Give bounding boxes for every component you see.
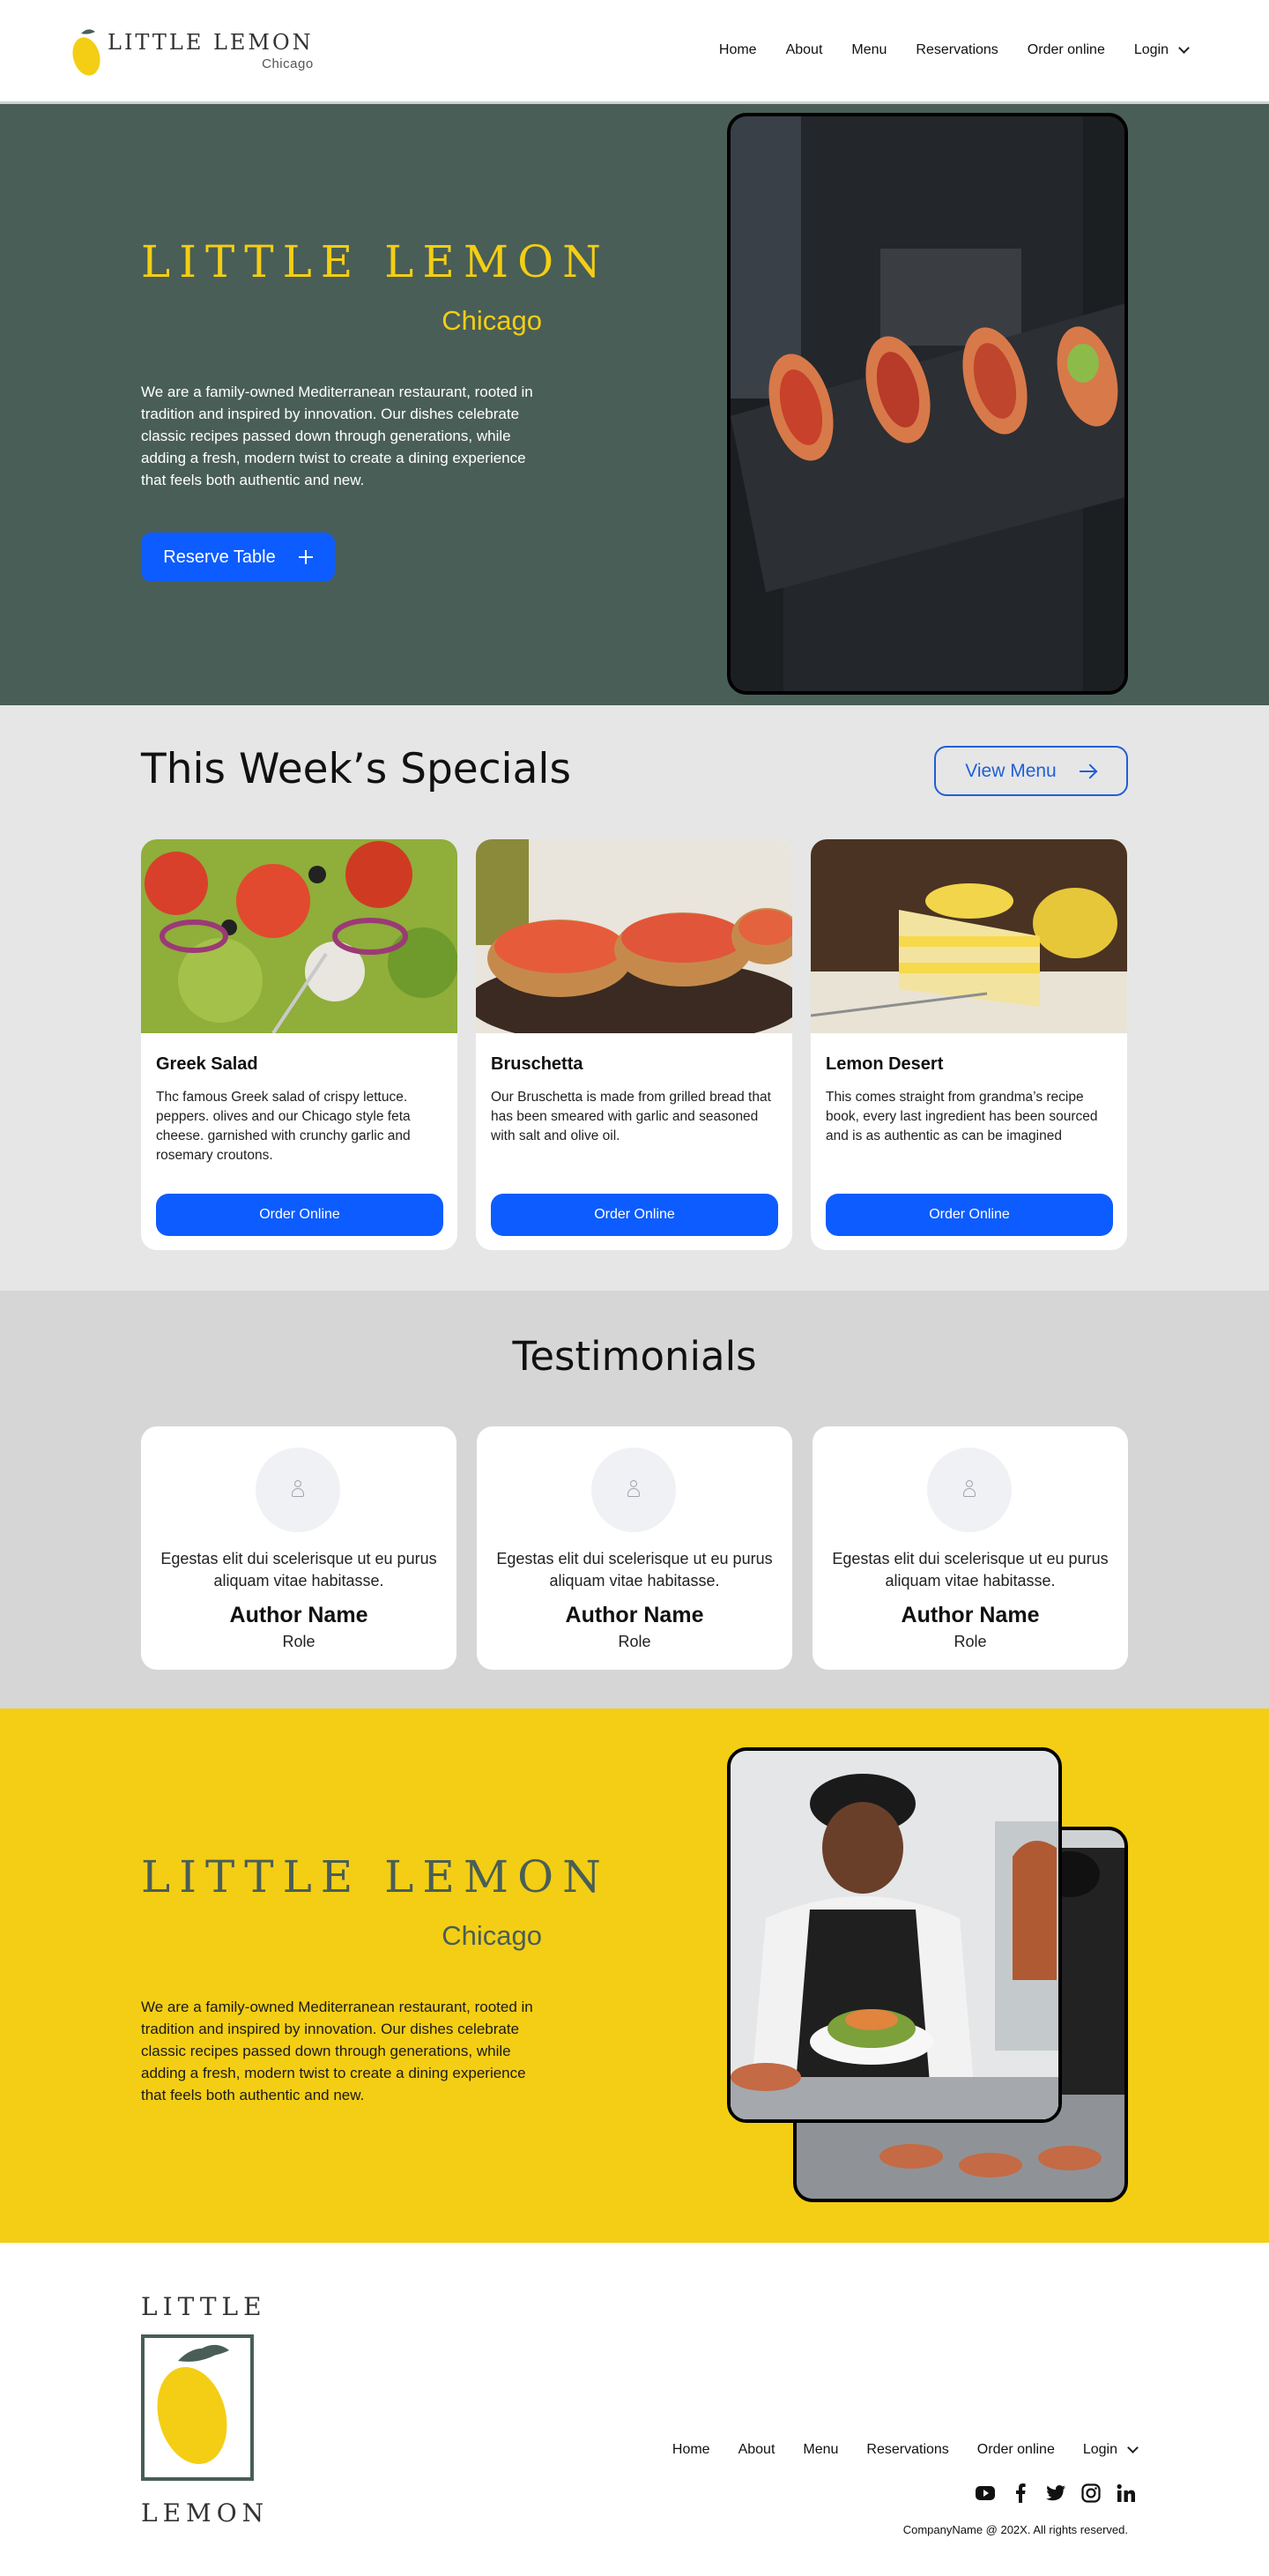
- about-city: Chicago: [442, 1920, 542, 1951]
- chevron-down-icon: [1178, 42, 1190, 54]
- footer-login-label: Login: [1082, 2442, 1117, 2457]
- plus-icon: [298, 550, 313, 564]
- testimonial-card: Egestas elit dui scelerisque ut eu purus…: [813, 1426, 1128, 1670]
- lemon-logo-icon: [69, 25, 104, 79]
- card-description: Our Bruschetta is made from grilled brea…: [491, 1090, 771, 1143]
- card-title: Bruschetta: [491, 1054, 583, 1074]
- user-icon: [630, 1480, 637, 1487]
- login-label: Login: [1133, 42, 1169, 57]
- footer-logo-top: LITTLE: [141, 2292, 267, 2321]
- testimonial-card: Egestas elit dui scelerisque ut eu purus…: [477, 1426, 792, 1670]
- twitter-icon[interactable]: [1045, 2483, 1066, 2504]
- testimonial-role: Role: [618, 1633, 651, 1650]
- footer-logo-bottom: LEMON: [141, 2498, 270, 2528]
- lemon-desert-image: [811, 839, 1127, 1033]
- copyright-text: CompanyName @ 202X. All rights reserved.: [902, 2523, 1128, 2536]
- facebook-icon[interactable]: [1010, 2483, 1031, 2504]
- specials-title: This Week’s Specials: [141, 745, 571, 793]
- avatar: [927, 1448, 1012, 1532]
- footer-nav: Home About Menu Reservations Order onlin…: [644, 2442, 1139, 2458]
- nav-order-online[interactable]: Order online: [1028, 42, 1105, 58]
- footer-nav-home[interactable]: Home: [672, 2442, 710, 2458]
- bruschetta-image: [476, 839, 792, 1033]
- chef-photo-front: [727, 1747, 1062, 2123]
- about-description: We are a family-owned Mediterranean rest…: [141, 1999, 533, 2103]
- special-card-lemon-desert: Lemon Desert This comes straight from gr…: [811, 839, 1127, 1250]
- testimonial-quote: Egestas elit dui scelerisque ut eu purus…: [160, 1550, 437, 1590]
- footer-nav-about[interactable]: About: [738, 2442, 776, 2458]
- order-online-button[interactable]: Order Online: [491, 1194, 778, 1236]
- main-nav: Home About Menu Reservations Order onlin…: [690, 42, 1190, 58]
- view-menu-button[interactable]: View Menu: [934, 746, 1128, 796]
- nav-about[interactable]: About: [786, 42, 823, 58]
- testimonial-author: Author Name: [565, 1603, 704, 1627]
- nav-reservations[interactable]: Reservations: [916, 42, 998, 58]
- chevron-down-icon: [1127, 2442, 1139, 2453]
- user-icon: [966, 1480, 973, 1487]
- logo-title: LITTLE LEMON: [108, 30, 314, 55]
- user-icon: [294, 1480, 301, 1487]
- hero-section: LITTLE LEMON Chicago We are a family-own…: [0, 104, 1269, 705]
- testimonial-author: Author Name: [229, 1603, 368, 1627]
- nav-login[interactable]: Login: [1133, 42, 1190, 58]
- testimonial-author: Author Name: [901, 1603, 1040, 1627]
- specials-section: This Week’s Specials View Menu Greek Sal…: [0, 705, 1269, 1291]
- nav-home[interactable]: Home: [719, 42, 757, 58]
- lemon-logo-icon: [157, 2344, 229, 2464]
- footer-nav-reservations[interactable]: Reservations: [866, 2442, 948, 2458]
- footer-nav-menu[interactable]: Menu: [803, 2442, 838, 2458]
- testimonial-role: Role: [282, 1633, 315, 1650]
- testimonial-card: Egestas elit dui scelerisque ut eu purus…: [141, 1426, 456, 1670]
- avatar: [256, 1448, 340, 1532]
- testimonials-section: Testimonials Egestas elit dui scelerisqu…: [0, 1291, 1269, 1709]
- about-title: LITTLE LEMON: [141, 1851, 610, 1902]
- instagram-icon[interactable]: [1080, 2483, 1102, 2504]
- avatar: [591, 1448, 676, 1532]
- logo-subtitle: Chicago: [262, 56, 314, 71]
- logo[interactable]: LITTLE LEMON Chicago: [69, 25, 314, 79]
- card-title: Lemon Desert: [826, 1054, 944, 1074]
- testimonials-title: Testimonials: [512, 1333, 757, 1380]
- card-title: Greek Salad: [156, 1054, 258, 1074]
- social-links: [961, 2483, 1137, 2504]
- footer-nav-login[interactable]: Login: [1082, 2442, 1139, 2458]
- card-description: Thc famous Greek salad of crispy lettuce…: [156, 1090, 411, 1163]
- view-menu-label: View Menu: [965, 760, 1057, 781]
- card-description: This comes straight from grandma’s recip…: [826, 1090, 1098, 1143]
- special-card-bruschetta: Bruschetta Our Bruschetta is made from g…: [476, 839, 792, 1250]
- reserve-table-label: Reserve Table: [163, 547, 276, 567]
- reserve-table-button[interactable]: Reserve Table: [141, 532, 335, 582]
- linkedin-icon[interactable]: [1116, 2483, 1137, 2504]
- order-online-button[interactable]: Order Online: [826, 1194, 1113, 1236]
- hero-city: Chicago: [442, 305, 542, 336]
- testimonial-quote: Egestas elit dui scelerisque ut eu purus…: [496, 1550, 773, 1590]
- testimonial-quote: Egestas elit dui scelerisque ut eu purus…: [832, 1550, 1109, 1590]
- greek-salad-image: [141, 839, 457, 1033]
- youtube-icon[interactable]: [975, 2483, 996, 2504]
- site-header: LITTLE LEMON Chicago Home About Menu Res…: [0, 0, 1269, 104]
- order-online-button[interactable]: Order Online: [156, 1194, 443, 1236]
- nav-menu[interactable]: Menu: [851, 42, 887, 58]
- site-footer: LITTLE LEMON Home About Menu Reservation…: [0, 2243, 1269, 2576]
- hero-description: We are a family-owned Mediterranean rest…: [141, 383, 533, 488]
- hero-title: LITTLE LEMON: [141, 236, 610, 287]
- hero-image: [727, 113, 1128, 695]
- arrow-right-icon: [1079, 764, 1097, 778]
- special-card-greek-salad: Greek Salad Thc famous Greek salad of cr…: [141, 839, 457, 1250]
- testimonial-role: Role: [954, 1633, 987, 1650]
- about-section: LITTLE LEMON Chicago We are a family-own…: [0, 1709, 1269, 2243]
- footer-nav-order-online[interactable]: Order online: [977, 2442, 1055, 2458]
